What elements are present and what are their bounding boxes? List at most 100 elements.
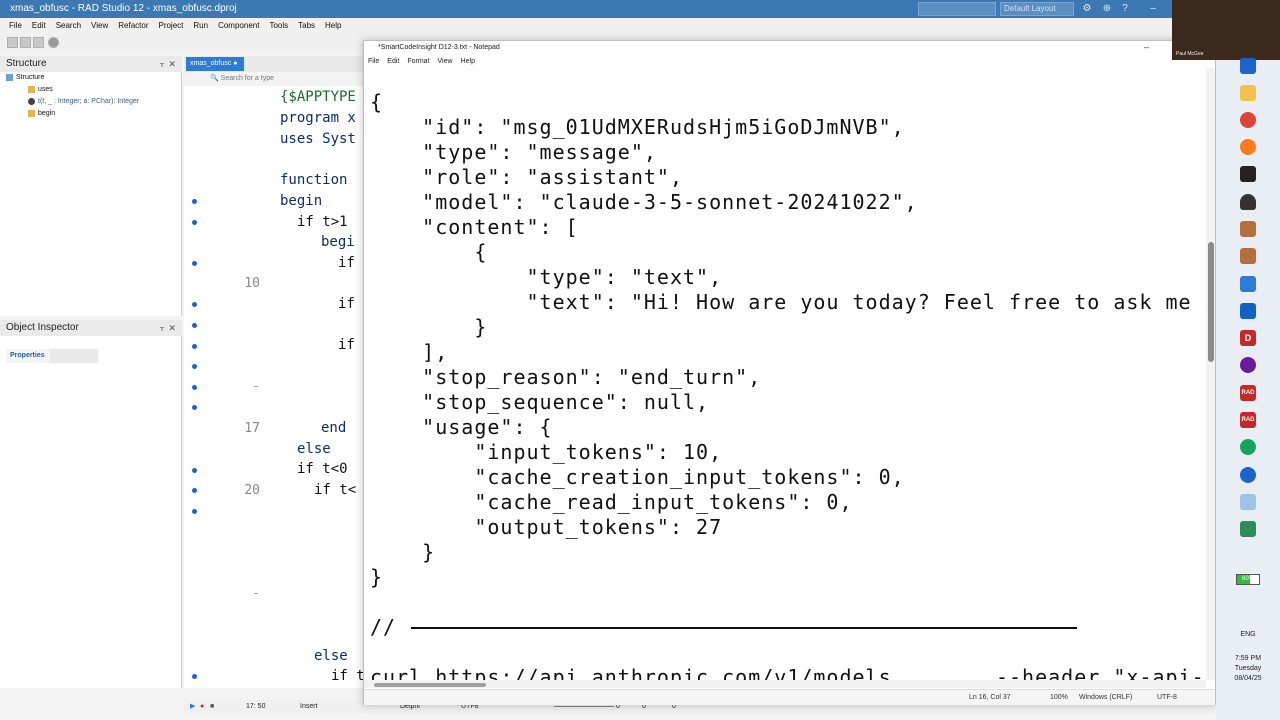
todo-icon[interactable] (1240, 276, 1256, 292)
breakpoint-dot[interactable] (192, 405, 197, 410)
np-menu-file[interactable]: File (364, 56, 383, 68)
open-icon[interactable] (20, 37, 31, 48)
menu-project[interactable]: Project (153, 18, 188, 34)
np-menu-help[interactable]: Help (457, 56, 479, 68)
text-line: } (370, 565, 384, 589)
chrome-icon[interactable] (1240, 112, 1256, 128)
text-line: "input_tokens": 10, (370, 440, 723, 464)
code-line: if (338, 255, 355, 271)
np-menu-format[interactable]: Format (403, 56, 433, 68)
ide-status-bar: ▶ ● ■ 17: 50 Insert (184, 700, 364, 714)
notepad-text-area[interactable]: { "id": "msg_01UdMXERudsHjm5iGoDJmNVB", … (364, 88, 1206, 680)
close-icon[interactable]: ✕ (168, 56, 176, 72)
breakpoint-dot[interactable] (192, 323, 197, 328)
rad-studio-icon[interactable]: RAD (1240, 412, 1256, 428)
breakpoint-dot[interactable] (192, 364, 197, 369)
settings-icon[interactable]: ⚙ (1082, 3, 1092, 14)
close-icon[interactable]: ✕ (168, 320, 176, 336)
insert-mode[interactable]: Insert (300, 700, 318, 714)
breakpoint-dot[interactable] (192, 302, 197, 307)
edge-icon[interactable] (1240, 439, 1256, 455)
language-indicator[interactable]: ENG (1232, 631, 1264, 638)
code-editor[interactable]: {$APPTYPE program x uses Syst function b… (274, 86, 364, 688)
notepad-icon[interactable] (1240, 494, 1256, 510)
breakpoint-dot[interactable] (192, 488, 197, 493)
np-menu-view[interactable]: View (434, 56, 457, 68)
app-icon[interactable] (1240, 467, 1256, 483)
stop-icon[interactable]: ■ (210, 700, 214, 714)
menu-edit[interactable]: Edit (27, 18, 51, 34)
breakpoint-dot[interactable] (192, 261, 197, 266)
line-number: 17 (244, 421, 260, 436)
app-icon[interactable] (1240, 248, 1256, 264)
ide-search-box[interactable] (918, 2, 996, 16)
type-search-input[interactable]: 🔍 Search for a type (210, 73, 364, 85)
linux-icon[interactable] (1240, 194, 1256, 210)
vertical-scrollbar[interactable] (1206, 68, 1215, 680)
file-explorer-icon[interactable] (1240, 85, 1256, 101)
properties-search[interactable] (50, 349, 98, 363)
vertical-scroll-thumb[interactable] (1208, 242, 1214, 362)
layout-dropdown[interactable]: Default Layout (1000, 2, 1074, 16)
menu-tools[interactable]: Tools (264, 18, 293, 34)
ide-window-title: xmas_obfusc - RAD Studio 12 - xmas_obfus… (10, 3, 237, 14)
editor-tab[interactable]: xmas_obfusc ● (186, 57, 244, 71)
code-line: else (314, 648, 348, 664)
menu-run[interactable]: Run (188, 18, 213, 34)
breakpoint-dot[interactable] (192, 468, 197, 473)
rad-studio-icon[interactable]: RAD (1240, 385, 1256, 401)
text-line: } (370, 540, 436, 564)
vscode-icon[interactable] (1240, 303, 1256, 319)
zoom-slider-track[interactable] (554, 706, 614, 707)
horizontal-scroll-thumb[interactable] (374, 683, 486, 687)
menu-file[interactable]: File (0, 18, 27, 34)
minimize-icon[interactable]: – (1144, 41, 1154, 55)
app-icon[interactable] (1240, 221, 1256, 237)
breakpoint-dot[interactable] (192, 199, 197, 204)
breakpoint-dot[interactable] (192, 674, 197, 679)
menu-tabs[interactable]: Tabs (293, 18, 320, 34)
new-icon[interactable] (7, 37, 18, 48)
text-line: "type": "message", (370, 140, 657, 164)
menu-view[interactable]: View (86, 18, 113, 34)
breakpoint-dot[interactable] (192, 509, 197, 514)
delphi-icon[interactable]: D (1240, 330, 1256, 346)
menu-search[interactable]: Search (51, 18, 86, 34)
object-inspector-header: Object Inspector ᚁ ✕ (0, 320, 182, 336)
code-line: if (338, 337, 355, 353)
text-line: "cache_creation_input_tokens": 0, (370, 465, 905, 489)
app-icon[interactable] (1240, 521, 1256, 537)
firefox-icon[interactable] (1240, 139, 1256, 155)
github-icon[interactable] (1240, 357, 1256, 373)
refresh-icon[interactable] (48, 37, 59, 48)
battery-percent: 60% (1241, 576, 1254, 582)
pin-icon[interactable]: ᚁ (160, 320, 164, 336)
pin-icon[interactable]: ᚁ (160, 56, 164, 72)
breakpoint-dot[interactable] (192, 344, 197, 349)
horizontal-scrollbar[interactable] (364, 680, 1206, 688)
tree-item-begin[interactable]: begin (28, 109, 55, 119)
app-icon[interactable] (1240, 58, 1256, 74)
record-icon[interactable]: ● (200, 700, 204, 714)
battery-indicator[interactable]: 60% (1236, 574, 1260, 585)
minimize-icon[interactable]: – (1148, 3, 1158, 14)
clock[interactable]: 7:59 PM Tuesday 08/04/25 (1228, 654, 1268, 684)
menu-refactor[interactable]: Refactor (113, 18, 153, 34)
breakpoint-dot[interactable] (192, 220, 197, 225)
menu-component[interactable]: Component (213, 18, 264, 34)
tree-item-structure[interactable]: Structure (6, 73, 44, 83)
object-inspector-panel: Object Inspector ᚁ ✕ (0, 320, 182, 688)
tree-item-function[interactable]: t(t, _ : Integer; a: PChar): Integer (28, 97, 139, 107)
menu-help[interactable]: Help (320, 18, 346, 34)
play-icon[interactable]: ▶ (190, 700, 195, 714)
breakpoint-dot[interactable] (192, 385, 197, 390)
code-line: else (297, 441, 331, 457)
np-menu-edit[interactable]: Edit (383, 56, 403, 68)
terminal-icon[interactable] (1240, 166, 1256, 182)
folder-icon (28, 109, 35, 117)
save-icon[interactable] (33, 37, 44, 48)
pin-icon[interactable]: ⊕ (1102, 3, 1112, 14)
tree-item-uses[interactable]: uses (28, 85, 53, 95)
help-icon[interactable]: ? (1120, 3, 1130, 14)
code-line: end (321, 420, 347, 436)
